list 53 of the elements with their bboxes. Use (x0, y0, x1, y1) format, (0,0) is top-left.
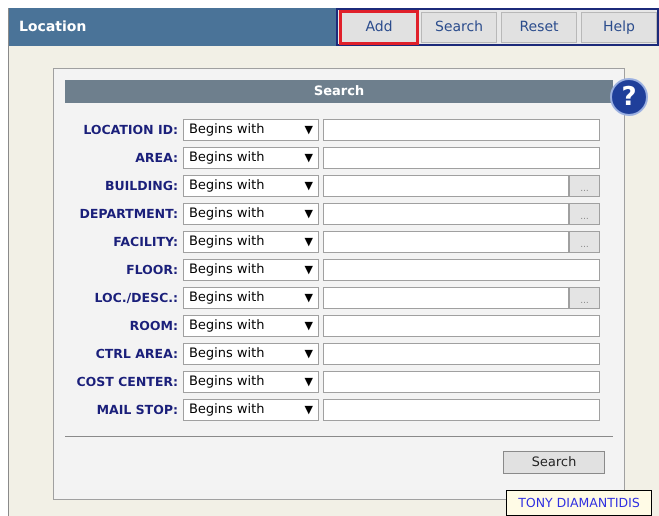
operator-dropdown[interactable]: Begins with ▼ (183, 203, 319, 225)
field-label: BUILDING: (104, 176, 179, 195)
toolbar-button[interactable]: Help (581, 12, 657, 43)
input-field[interactable] (323, 371, 600, 393)
operator-dropdown[interactable]: Begins with ▼ (183, 147, 319, 169)
search-button[interactable]: Search (503, 451, 605, 474)
input-field[interactable] (323, 119, 600, 141)
input-field[interactable] (323, 147, 600, 169)
dropdown-arrow-icon: ▼ (304, 150, 313, 166)
field-label: FACILITY: (112, 232, 179, 251)
field-label: MAIL STOP: (96, 400, 179, 419)
operator-dropdown[interactable]: Begins with ▼ (183, 231, 319, 253)
operator-dropdown[interactable]: Begins with ▼ (183, 371, 319, 393)
field-label: ROOM: (128, 316, 179, 335)
dropdown-arrow-icon: ▼ (304, 290, 313, 306)
field-label: COST CENTER: (75, 372, 179, 391)
field-label: CTRL AREA: (94, 344, 179, 363)
input-field[interactable] (323, 203, 569, 225)
operator-dropdown[interactable]: Begins with ▼ (183, 119, 319, 141)
operator-dropdown[interactable]: Begins with ▼ (183, 259, 319, 281)
dropdown-arrow-icon: ▼ (304, 402, 313, 418)
input-field[interactable] (323, 343, 600, 365)
dropdown-arrow-icon: ▼ (304, 374, 313, 390)
operator-dropdown[interactable]: Begins with ▼ (183, 175, 319, 197)
field-label: FLOOR: (125, 260, 179, 279)
dropdown-arrow-icon: ▼ (304, 122, 313, 138)
dropdown-arrow-icon: ▼ (304, 206, 313, 222)
operator-dropdown[interactable]: Begins with ▼ (183, 399, 319, 421)
input-field[interactable] (323, 315, 600, 337)
help-icon[interactable]: ? (610, 78, 648, 116)
input-field[interactable] (323, 399, 600, 421)
field-label: DEPARTMENT: (78, 204, 179, 223)
field-label: AREA: (134, 148, 179, 167)
input-field[interactable] (323, 259, 600, 281)
dropdown-arrow-icon: ▼ (304, 346, 313, 362)
dropdown-arrow-icon: ▼ (304, 178, 313, 194)
field-label: LOCATION ID: (82, 120, 179, 139)
operator-dropdown[interactable]: Begins with ▼ (183, 287, 319, 309)
input-field[interactable] (323, 175, 569, 197)
panel-title: Search (65, 80, 613, 103)
toolbar-button[interactable]: Add (341, 12, 417, 43)
toolbar-button[interactable]: Reset (501, 12, 577, 43)
window-title: Location (18, 18, 88, 36)
operator-dropdown[interactable]: Begins with ▼ (183, 343, 319, 365)
operator-dropdown[interactable]: Begins with ▼ (183, 315, 319, 337)
input-field[interactable] (323, 287, 569, 309)
tooltip: TONY DIAMANTIDIS (506, 490, 652, 516)
input-field[interactable] (323, 231, 569, 253)
dropdown-arrow-icon: ▼ (304, 318, 313, 334)
field-label: LOC./DESC.: (94, 288, 179, 307)
toolbar-button[interactable]: Search (421, 12, 497, 43)
dropdown-arrow-icon: ▼ (304, 234, 313, 250)
dropdown-arrow-icon: ▼ (304, 262, 313, 278)
